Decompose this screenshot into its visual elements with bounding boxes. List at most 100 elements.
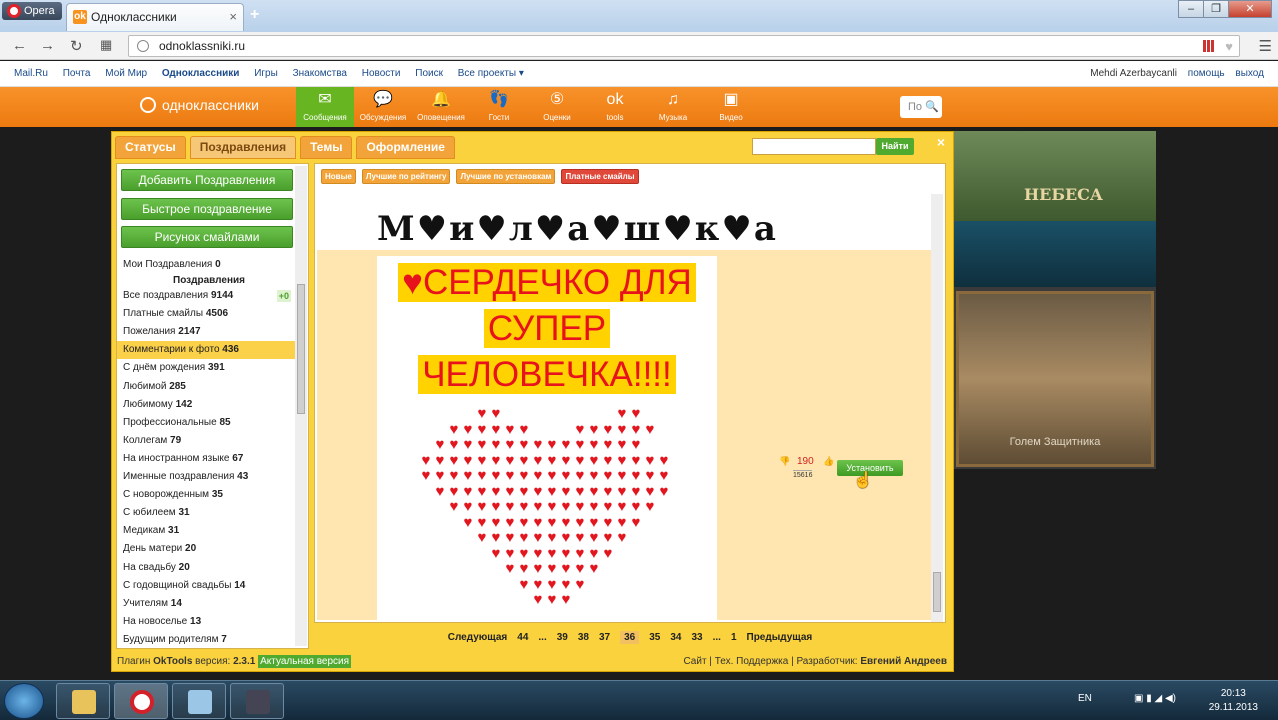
pager-next[interactable]: Следующая	[448, 632, 508, 643]
add-greeting-button[interactable]: Добавить Поздравления	[121, 169, 293, 191]
category-item[interactable]: Пожелания 2147	[117, 323, 295, 341]
category-item[interactable]: Комментарии к фото 436	[117, 341, 295, 360]
category-item[interactable]: Коллегам 79	[117, 432, 295, 450]
taskbar-opera[interactable]	[114, 683, 168, 719]
reload-icon[interactable]: ↻	[70, 37, 83, 55]
plugin-search-input[interactable]	[752, 138, 876, 155]
plugin-tab[interactable]: Поздравления	[189, 136, 297, 159]
scrollbar-thumb[interactable]	[297, 284, 305, 414]
thumb-down-icon[interactable]: 👎	[779, 456, 790, 467]
tab-close-icon[interactable]: ×	[229, 4, 237, 30]
ok-nav-video[interactable]: ▣ Видео	[702, 87, 760, 127]
clock[interactable]: 20:13 29.11.2013	[1209, 687, 1258, 715]
mailbar-link-myworld[interactable]: Мой Мир	[105, 68, 147, 79]
ok-search-input[interactable]: По 🔍	[900, 96, 942, 118]
ok-nav-envelope[interactable]: ✉ Сообщения	[296, 87, 354, 127]
quick-greeting-button[interactable]: Быстрое поздравление	[121, 198, 293, 220]
ok-nav-footprints[interactable]: 👣 Гости	[470, 87, 528, 127]
mailbar-link-ok[interactable]: Одноклассники	[162, 68, 240, 79]
smiley-drawing-button[interactable]: Рисунок смайлами	[121, 226, 293, 248]
find-button[interactable]: Найти	[876, 138, 914, 155]
plugin-tab[interactable]: Темы	[300, 136, 353, 159]
mailbar-link-dating[interactable]: Знакомства	[293, 68, 347, 79]
url-field[interactable]: odnoklassniki.ru ♥	[128, 35, 1240, 57]
plugin-tab[interactable]: Статусы	[115, 136, 186, 159]
pager-page[interactable]: 35	[649, 632, 660, 643]
category-item[interactable]: Учителям 14	[117, 595, 295, 613]
back-icon[interactable]: ←	[12, 37, 27, 54]
category-item[interactable]: Будущим родителям 7	[117, 631, 295, 649]
category-item[interactable]: День матери 20	[117, 540, 295, 558]
mailbar-link-mail[interactable]: Почта	[63, 68, 91, 79]
forward-icon[interactable]: →	[40, 37, 55, 54]
developer-name[interactable]: Евгений Андреев	[860, 656, 947, 667]
category-item[interactable]: Именные поздравления 43	[117, 468, 295, 486]
pager-page[interactable]: 39	[557, 632, 568, 643]
bookmark-heart-icon[interactable]: ♥	[1225, 37, 1233, 57]
ok-nav-music[interactable]: ♫ Музыка	[644, 87, 702, 127]
category-item[interactable]: На свадьбу 20	[117, 559, 295, 577]
browser-menu-icon[interactable]: ☰	[1259, 37, 1272, 55]
filter-button[interactable]: Лучшие по рейтингу	[361, 169, 451, 184]
help-link[interactable]: помощь	[1188, 68, 1225, 79]
tray-icons[interactable]: ▣ ▮ ◢ ◀)	[1134, 693, 1176, 704]
pager-prev[interactable]: Предыдущая	[747, 632, 813, 643]
pager-page[interactable]: 36	[620, 631, 640, 644]
categories-scrollbar[interactable]	[295, 166, 307, 646]
category-item[interactable]: Все поздравления 9144 +0	[117, 287, 295, 305]
taskbar-explorer[interactable]	[56, 683, 110, 719]
support-link[interactable]: Тех. Поддержка	[715, 656, 789, 667]
category-item[interactable]: С новорожденным 35	[117, 486, 295, 504]
pager-page[interactable]: 34	[670, 632, 681, 643]
maximize-button[interactable]: ❐	[1203, 0, 1229, 18]
pager-page[interactable]: 37	[599, 632, 610, 643]
thumb-up-icon[interactable]: 👍	[823, 456, 834, 467]
site-link[interactable]: Сайт	[683, 656, 706, 667]
language-indicator[interactable]: EN	[1078, 693, 1092, 704]
plugin-close-icon[interactable]: ×	[937, 134, 945, 150]
mailbar-link-news[interactable]: Новости	[362, 68, 401, 79]
taskbar-recorder[interactable]	[230, 683, 284, 719]
category-item[interactable]: Мои Поздравления 0	[117, 256, 295, 274]
filter-button[interactable]: Лучшие по установкам	[456, 169, 556, 184]
category-item[interactable]: С юбилеем 31	[117, 504, 295, 522]
filter-button[interactable]: Платные смайлы	[561, 169, 639, 184]
pager-page[interactable]: 1	[731, 632, 737, 643]
plugin-tab[interactable]: Оформление	[356, 136, 455, 159]
new-tab-button[interactable]: +	[250, 6, 259, 24]
category-item[interactable]: На новоселье 13	[117, 613, 295, 631]
ok-logo[interactable]: одноклассники	[140, 97, 259, 113]
opera-menu-button[interactable]: Opera	[2, 2, 62, 20]
close-window-button[interactable]: ✕	[1228, 0, 1272, 18]
start-button[interactable]	[4, 683, 44, 719]
mailbar-link-search[interactable]: Поиск	[415, 68, 443, 79]
category-item[interactable]: Медикам 31	[117, 522, 295, 540]
greetings-scrollbar[interactable]	[931, 194, 943, 622]
minimize-button[interactable]: ‒	[1178, 0, 1204, 18]
browser-tab[interactable]: ok Одноклассники ×	[66, 3, 244, 31]
logout-link[interactable]: выход	[1235, 68, 1264, 79]
filter-button[interactable]: Новые	[321, 169, 356, 184]
mailbar-link-all-projects[interactable]: Все проекты ▾	[458, 68, 524, 79]
site-info-icon[interactable]	[137, 40, 149, 52]
mailbar-link-games[interactable]: Игры	[254, 68, 278, 79]
category-item[interactable]: Любимой 285	[117, 378, 295, 396]
mailbar-link-mailru[interactable]: Mail.Ru	[14, 68, 48, 79]
category-item[interactable]: Профессиональные 85	[117, 414, 295, 432]
category-item[interactable]: Платные смайлы 4506	[117, 305, 295, 323]
category-item[interactable]: Любимому 142	[117, 396, 295, 414]
game-ad[interactable]: НЕБЕСА Голем Защитника	[954, 131, 1156, 469]
greeting-card-image[interactable]: ♥СЕРДЕЧКО ДЛЯ СУПЕР ЧЕЛОВЕЧКА!!!! ♥ ♥ ♥ ♥ ♥ ♥…	[377, 256, 717, 620]
speed-dial-icon[interactable]: ▦	[100, 37, 112, 53]
pager-page[interactable]: 33	[691, 632, 702, 643]
scrollbar-thumb[interactable]	[933, 572, 941, 612]
pager-page[interactable]: 38	[578, 632, 589, 643]
category-item[interactable]: На иностранном языке 67	[117, 450, 295, 468]
ok-nav-chat[interactable]: 💬 Обсуждения	[354, 87, 412, 127]
extension-icon[interactable]	[1203, 40, 1215, 52]
user-name[interactable]: Mehdi Azerbaycanli	[1090, 68, 1177, 79]
category-item[interactable]: С годовщиной свадьбы 14	[117, 577, 295, 595]
taskbar-app[interactable]	[172, 683, 226, 719]
ok-nav-ok-tools[interactable]: ok tools	[586, 87, 644, 127]
ok-nav-bell[interactable]: 🔔 Оповещения	[412, 87, 470, 127]
